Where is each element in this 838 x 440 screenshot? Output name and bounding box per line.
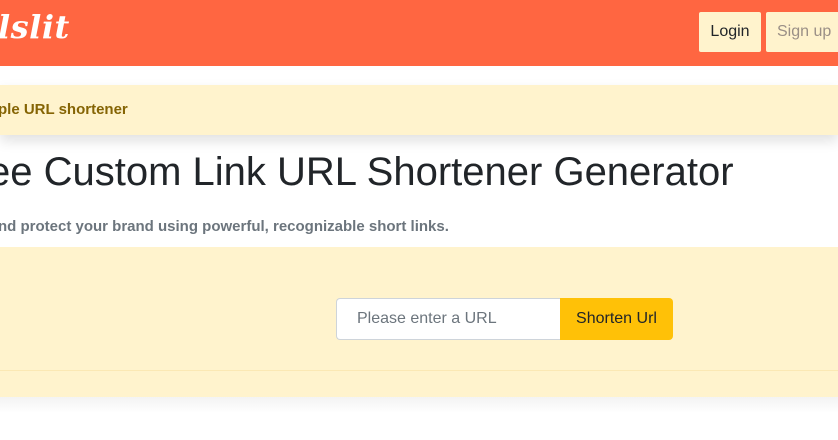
brand-logo[interactable]: lslit: [0, 8, 70, 46]
page-title: ee Custom Link URL Shortener Generator: [0, 150, 734, 194]
page-subtitle: nd protect your brand using powerful, re…: [0, 218, 449, 235]
panel-divider: [0, 370, 838, 371]
url-input[interactable]: [336, 298, 560, 340]
page: lslit Login Sign up ple URL shortener ee…: [0, 0, 838, 440]
navbar: lslit Login Sign up: [0, 0, 838, 66]
shorten-form-panel: Shorten Url: [0, 247, 838, 397]
signup-button[interactable]: Sign up: [766, 12, 838, 52]
alert-text: ple URL shortener: [0, 101, 128, 118]
login-button[interactable]: Login: [699, 12, 761, 52]
shorten-url-button[interactable]: Shorten Url: [560, 298, 673, 340]
section-shadow: [0, 397, 838, 413]
alert-banner: ple URL shortener: [0, 85, 838, 135]
